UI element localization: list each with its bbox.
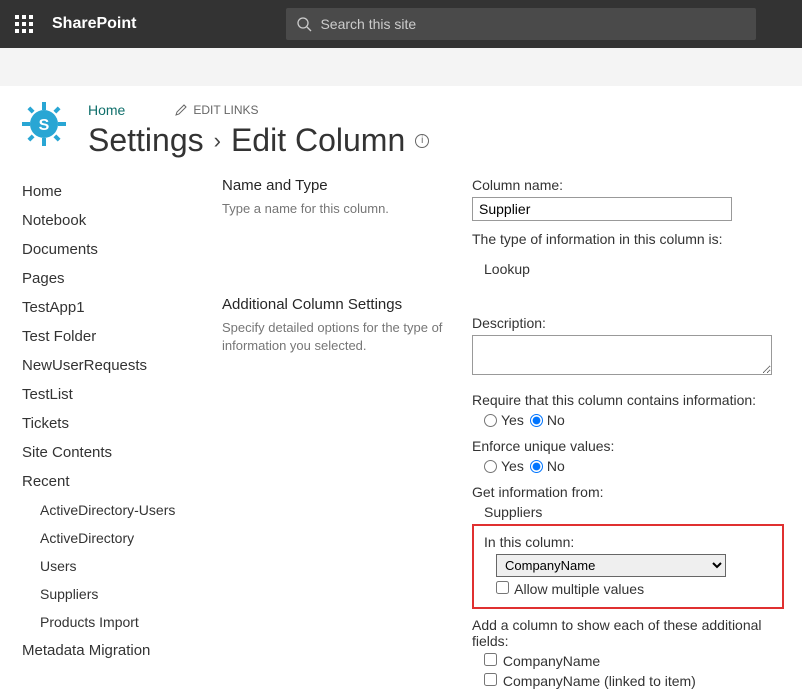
search-placeholder: Search this site bbox=[320, 16, 416, 32]
nav-tickets[interactable]: Tickets bbox=[22, 409, 222, 438]
section-additional-desc: Specify detailed options for the type of… bbox=[222, 319, 462, 355]
nav-testapp1[interactable]: TestApp1 bbox=[22, 293, 222, 322]
nav-testlist[interactable]: TestList bbox=[22, 380, 222, 409]
nav-pages[interactable]: Pages bbox=[22, 264, 222, 293]
search-input[interactable]: Search this site bbox=[286, 8, 756, 40]
quick-launch: Home Notebook Documents Pages TestApp1 T… bbox=[22, 177, 222, 689]
require-yes-radio[interactable]: Yes bbox=[484, 412, 524, 428]
getinfo-value: Suppliers bbox=[472, 504, 790, 520]
nav-newuserrequests[interactable]: NewUserRequests bbox=[22, 351, 222, 380]
suite-bar: SharePoint Search this site bbox=[0, 0, 802, 48]
title-page: Edit Column bbox=[231, 122, 405, 159]
description-label: Description: bbox=[472, 315, 790, 331]
edit-links-button[interactable]: EDIT LINKS bbox=[175, 103, 258, 117]
enforce-no-radio[interactable]: No bbox=[530, 458, 565, 474]
description-textarea[interactable] bbox=[472, 335, 772, 375]
brand-text: SharePoint bbox=[52, 15, 136, 33]
nav-documents[interactable]: Documents bbox=[22, 235, 222, 264]
nav-recent-ad[interactable]: ActiveDirectory bbox=[22, 524, 222, 552]
search-icon bbox=[296, 16, 312, 32]
highlight-box: In this column: CompanyName Allow multip… bbox=[472, 524, 784, 609]
inthis-column-select[interactable]: CompanyName bbox=[496, 554, 726, 577]
nav-recent-ad-users[interactable]: ActiveDirectory-Users bbox=[22, 496, 222, 524]
svg-text:S: S bbox=[39, 117, 50, 134]
sub-bar bbox=[0, 48, 802, 86]
chevron-right-icon: › bbox=[214, 128, 221, 154]
column-name-input[interactable] bbox=[472, 197, 732, 221]
nav-recent-suppliers[interactable]: Suppliers bbox=[22, 580, 222, 608]
enforce-yes-radio[interactable]: Yes bbox=[484, 458, 524, 474]
nav-test-folder[interactable]: Test Folder bbox=[22, 322, 222, 351]
require-no-radio[interactable]: No bbox=[530, 412, 565, 428]
nav-notebook[interactable]: Notebook bbox=[22, 206, 222, 235]
pencil-icon bbox=[175, 104, 187, 116]
addcol-label: Add a column to show each of these addit… bbox=[472, 617, 790, 649]
nav-recent-users[interactable]: Users bbox=[22, 552, 222, 580]
nav-recent-header[interactable]: Recent bbox=[22, 467, 222, 496]
allow-multi-checkbox[interactable]: Allow multiple values bbox=[496, 581, 644, 597]
nav-site-contents[interactable]: Site Contents bbox=[22, 438, 222, 467]
info-icon[interactable]: i bbox=[415, 134, 429, 148]
page-title: Settings › Edit Column i bbox=[88, 122, 429, 159]
column-name-label: Column name: bbox=[472, 177, 790, 193]
nav-metadata-migration[interactable]: Metadata Migration bbox=[22, 636, 222, 665]
addcol-companyname-linked-checkbox[interactable]: CompanyName (linked to item) bbox=[484, 673, 696, 689]
gear-badge-icon: S bbox=[20, 100, 68, 148]
section-additional-title: Additional Column Settings bbox=[222, 296, 462, 313]
inthis-label: In this column: bbox=[484, 534, 772, 550]
breadcrumb-home-link[interactable]: Home bbox=[88, 102, 125, 118]
site-logo[interactable]: S bbox=[20, 96, 88, 159]
enforce-label: Enforce unique values: bbox=[472, 438, 790, 454]
column-type-value: Lookup bbox=[472, 261, 790, 277]
title-settings[interactable]: Settings bbox=[88, 122, 204, 159]
require-label: Require that this column contains inform… bbox=[472, 392, 790, 408]
addcol-companyname-checkbox[interactable]: CompanyName bbox=[484, 653, 600, 669]
nav-recent-products-import[interactable]: Products Import bbox=[22, 608, 222, 636]
getinfo-label: Get information from: bbox=[472, 484, 790, 500]
nav-home[interactable]: Home bbox=[22, 177, 222, 206]
app-launcher-icon[interactable] bbox=[0, 0, 48, 48]
section-name-type-desc: Type a name for this column. bbox=[222, 200, 462, 218]
section-name-type-title: Name and Type bbox=[222, 177, 462, 194]
column-type-label: The type of information in this column i… bbox=[472, 231, 790, 247]
